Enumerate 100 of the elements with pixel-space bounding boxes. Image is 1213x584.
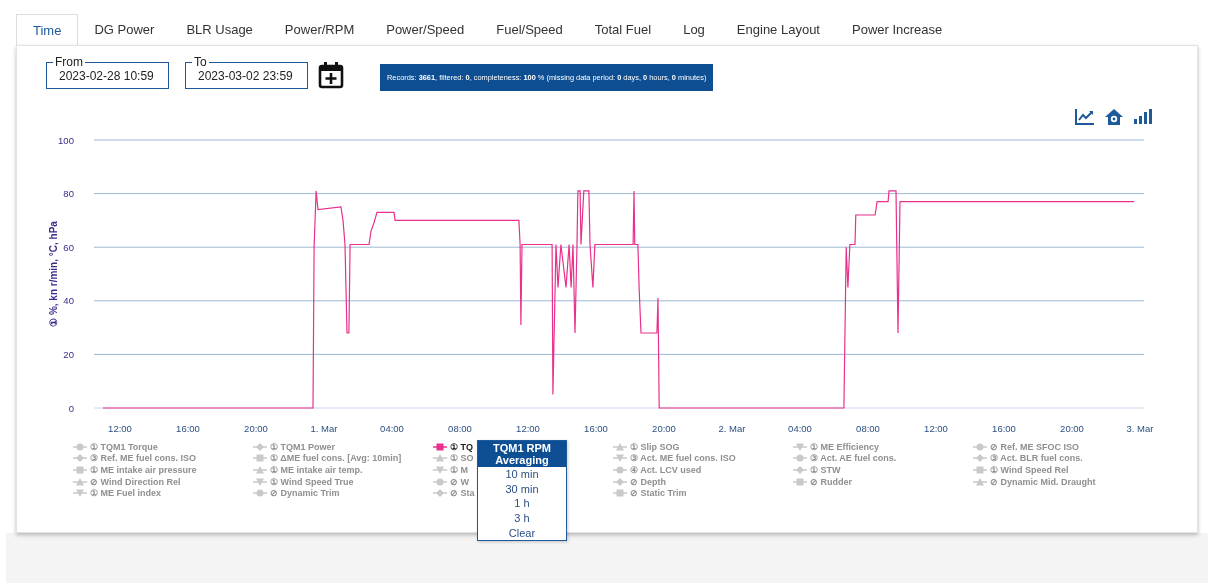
menu-option[interactable]: 30 min <box>505 481 539 497</box>
tab[interactable]: Power/RPM <box>268 14 371 45</box>
x-tick-label: 2. Mar <box>718 423 746 434</box>
legend-entry[interactable]: ① Slip SOG <box>630 441 680 452</box>
legend-entry[interactable]: ⊘ Ref. ME SFOC ISO <box>990 441 1079 452</box>
legend-entry[interactable]: ① SO <box>450 453 474 464</box>
series-marker-icon[interactable] <box>613 442 627 451</box>
calendar-add-icon[interactable] <box>318 61 344 89</box>
tab[interactable]: Fuel/Speed <box>480 14 579 45</box>
tab[interactable]: Log <box>667 14 721 45</box>
series-marker-icon[interactable] <box>433 466 447 474</box>
y-tick-label: 60 <box>63 241 74 253</box>
home-gear-icon[interactable] <box>1104 108 1124 126</box>
series-marker-icon[interactable] <box>253 466 267 474</box>
legend-entry[interactable]: ③ Ref. ME fuel cons. ISO <box>90 453 196 464</box>
series-marker-icon[interactable] <box>73 454 87 463</box>
x-tick-label: 04:00 <box>380 423 404 434</box>
x-tick-label: 12:00 <box>516 423 540 434</box>
menu-option[interactable]: 1 h <box>514 496 530 511</box>
series-marker-icon[interactable] <box>973 442 987 451</box>
legend-entry[interactable]: ① M <box>450 465 468 475</box>
tab[interactable]: Total Fuel <box>578 14 668 45</box>
series-marker-icon[interactable] <box>973 454 987 463</box>
series-marker-icon[interactable] <box>253 442 267 451</box>
x-tick-label: 16:00 <box>584 423 608 434</box>
menu-option[interactable]: 10 min <box>505 467 539 482</box>
legend-entry[interactable]: ① ME Efficiency <box>810 441 880 452</box>
x-tick-label: 08:00 <box>448 423 472 434</box>
legend-entry[interactable]: ⊘ Sta <box>450 488 475 499</box>
x-tick-label: 16:00 <box>176 423 200 434</box>
series-marker-icon[interactable] <box>793 442 807 451</box>
x-tick-label: 3. Mar <box>1126 423 1154 434</box>
legend-entry[interactable]: ① ME intake air pressure <box>90 465 197 475</box>
series-marker-icon[interactable] <box>253 489 267 498</box>
line-chart-icon[interactable] <box>1075 108 1095 125</box>
legend-entry[interactable]: ① TQ <box>450 441 473 452</box>
x-tick-label: 20:00 <box>1060 423 1084 434</box>
y-tick-label: 20 <box>63 348 74 360</box>
menu-option[interactable]: Clear <box>508 525 536 540</box>
series-marker-icon[interactable] <box>613 454 627 463</box>
legend-entry[interactable]: ⊘ Depth <box>630 476 666 487</box>
menu-option[interactable]: 3 h <box>514 510 530 526</box>
tab[interactable]: BLR Usage <box>170 14 269 45</box>
tab[interactable]: Power/Speed <box>370 14 481 45</box>
date-field[interactable]: To 2023-03-02 23:59 <box>185 55 308 89</box>
legend-entry[interactable]: ③ Act. AE fuel cons. <box>810 453 897 464</box>
legend-entry[interactable]: ① TQM1 Torque <box>90 441 158 452</box>
legend-entry[interactable]: ⊘ Static Trim <box>630 488 687 499</box>
legend-entry[interactable]: ⊘ Dynamic Mid. Draught <box>990 476 1096 487</box>
series-marker-icon[interactable] <box>73 489 87 498</box>
menu-title: TQM1 RPM <box>492 442 552 454</box>
series-marker-icon[interactable] <box>73 442 87 451</box>
legend-entry[interactable]: ① TQM1 Power <box>270 441 335 452</box>
legend-entry[interactable]: ⊘ W <box>450 476 469 487</box>
series-marker-icon[interactable] <box>973 477 987 486</box>
y-axis-title: ① %, kn r/min, °C, hPa <box>48 221 59 327</box>
series-marker-icon[interactable] <box>73 477 87 486</box>
bar-chart-icon[interactable] <box>1133 108 1153 125</box>
tab[interactable]: DG Power <box>78 14 171 45</box>
legend-entry[interactable]: ① Wind Speed Rel <box>990 465 1069 475</box>
y-tick-label: 100 <box>58 134 74 146</box>
legend-entry[interactable]: ⊘ Rudder <box>810 476 852 487</box>
series-marker-icon[interactable] <box>253 477 267 486</box>
series-marker-icon[interactable] <box>253 454 267 463</box>
legend-entry[interactable]: ① ME intake air temp. <box>270 465 363 475</box>
legend-entry[interactable]: ③ Act. BLR fuel cons. <box>990 453 1083 464</box>
series-marker-icon[interactable] <box>613 489 627 498</box>
y-tick-label: 0 <box>68 402 74 414</box>
tab[interactable]: Power Increase <box>836 14 959 45</box>
legend-entry[interactable]: ① STW <box>810 465 841 475</box>
series-marker-icon[interactable] <box>793 477 807 486</box>
menu-title: Averaging <box>495 454 549 466</box>
date-field[interactable]: From 2023-02-28 10:59 <box>46 55 169 89</box>
legend-entry[interactable]: ⊘ Dynamic Trim <box>270 488 340 499</box>
series-marker-icon[interactable] <box>973 466 987 474</box>
series-marker-icon[interactable] <box>613 466 627 474</box>
legend-entry[interactable]: ③ Act. ME fuel cons. ISO <box>630 453 736 464</box>
series-marker-icon[interactable] <box>433 454 447 463</box>
legend-entry[interactable]: ① Wind Speed True <box>270 476 354 487</box>
tab[interactable]: Engine Layout <box>720 14 836 45</box>
legend-entry[interactable]: ① ME Fuel index <box>90 488 161 499</box>
y-tick-label: 40 <box>63 295 74 307</box>
legend-entry[interactable]: ④ Act. LCV used <box>630 465 702 475</box>
legend-entry[interactable]: ① ΔME fuel cons. [Avg: 10min] <box>270 453 402 464</box>
series-marker-icon[interactable] <box>793 466 807 474</box>
series-marker-icon[interactable] <box>433 442 447 451</box>
x-tick-label: 12:00 <box>108 423 132 434</box>
x-tick-label: 20:00 <box>652 423 676 434</box>
series-marker-icon[interactable] <box>433 489 447 498</box>
legend-entry[interactable]: ⊘ Wind Direction Rel <box>90 476 181 487</box>
y-tick-label: 80 <box>63 188 74 200</box>
x-tick-label: 20:00 <box>244 423 268 434</box>
series-marker-icon[interactable] <box>793 454 807 463</box>
x-tick-label: 12:00 <box>924 423 948 434</box>
x-tick-label: 16:00 <box>992 423 1016 434</box>
series-marker-icon[interactable] <box>613 477 627 486</box>
x-tick-label: 08:00 <box>856 423 880 434</box>
series-marker-icon[interactable] <box>73 466 87 474</box>
series-marker-icon[interactable] <box>433 477 447 486</box>
tab[interactable]: Time <box>16 14 79 45</box>
